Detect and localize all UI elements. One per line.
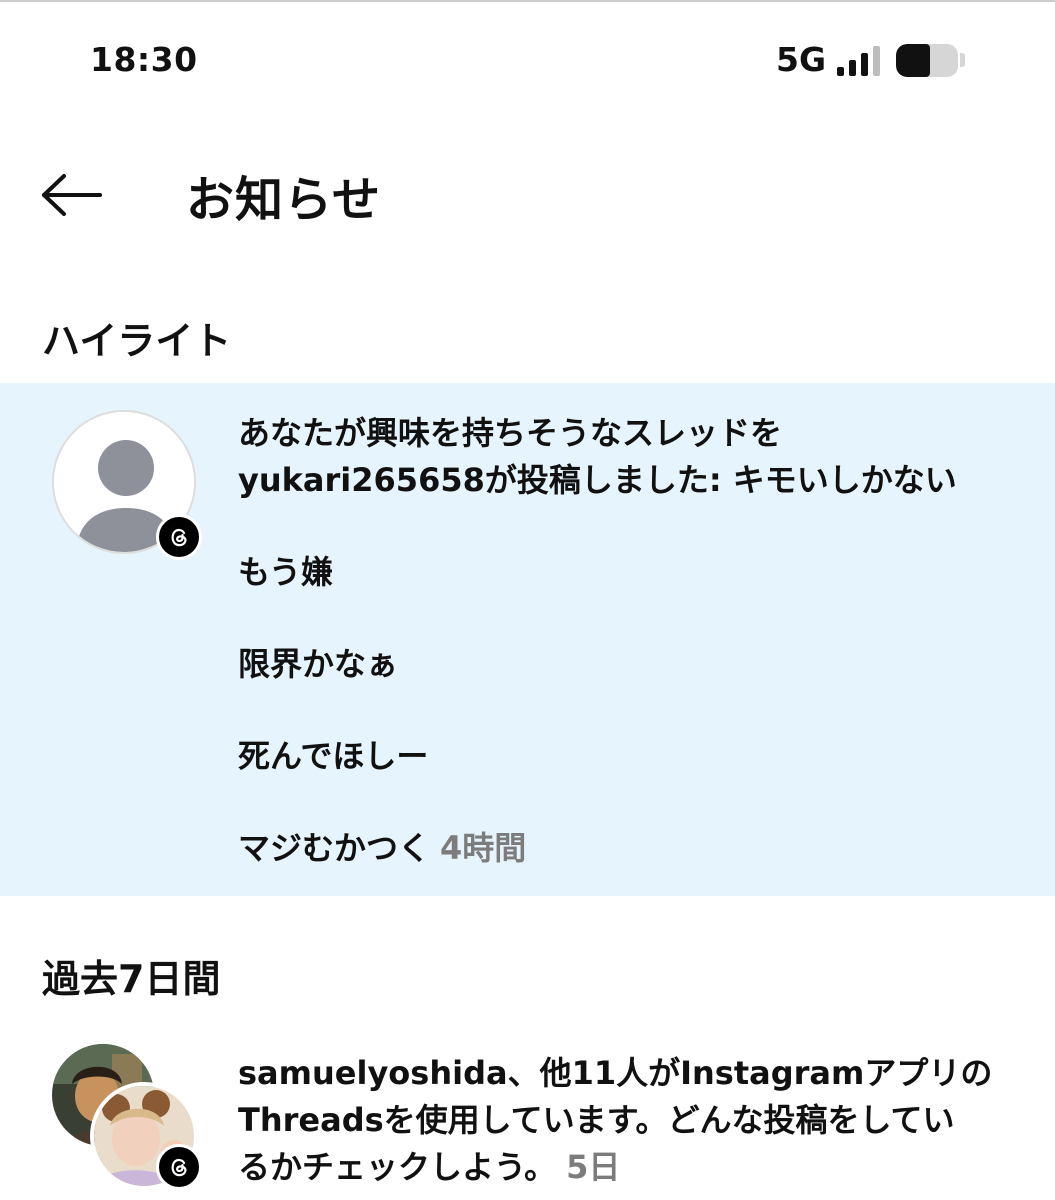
status-bar: 18:30 5G bbox=[0, 0, 1055, 110]
notification-time: 4時間 bbox=[440, 829, 527, 867]
notification-line: マジむかつく bbox=[238, 829, 431, 867]
notification-line: samuelyoshida、他11人がInstagramアプリの bbox=[238, 1054, 993, 1092]
back-button[interactable] bbox=[38, 170, 108, 220]
notification-past[interactable]: samuelyoshida、他11人がInstagramアプリの Threads… bbox=[0, 1030, 1055, 1200]
status-time: 18:30 bbox=[90, 40, 198, 79]
notification-line: Threadsを使用しています。どんな投稿をしてい bbox=[238, 1101, 955, 1139]
network-type: 5G bbox=[776, 40, 827, 79]
notification-time: 5日 bbox=[566, 1148, 621, 1186]
notification-text: あなたが興味を持ちそうなスレッドを yukari265658が投稿しました: キ… bbox=[238, 410, 957, 872]
notification-line: 死んでほしー bbox=[238, 737, 429, 775]
page-title: お知らせ bbox=[186, 172, 382, 228]
notification-text: samuelyoshida、他11人がInstagramアプリの Threads… bbox=[238, 1050, 992, 1191]
notification-line: 限界かなぁ bbox=[238, 645, 399, 683]
section-title-past-7-days: 過去7日間 bbox=[42, 957, 221, 1001]
threads-icon bbox=[156, 514, 202, 560]
battery-icon bbox=[896, 44, 958, 77]
notification-line: もう嫌 bbox=[238, 553, 334, 591]
app-header: お知らせ bbox=[0, 140, 1055, 250]
notification-line: yukari265658が投稿しました: キモいしかない bbox=[238, 461, 957, 499]
battery-tip bbox=[960, 53, 965, 67]
notification-highlight[interactable]: あなたが興味を持ちそうなスレッドを yukari265658が投稿しました: キ… bbox=[0, 383, 1055, 896]
notification-line: るかチェックしよう。 bbox=[238, 1148, 557, 1186]
section-title-highlight: ハイライト bbox=[42, 319, 232, 363]
threads-icon bbox=[156, 1144, 202, 1190]
signal-strength-icon bbox=[837, 46, 883, 76]
arrow-left-icon bbox=[42, 174, 102, 216]
notification-line: あなたが興味を持ちそうなスレッドを bbox=[238, 414, 783, 452]
